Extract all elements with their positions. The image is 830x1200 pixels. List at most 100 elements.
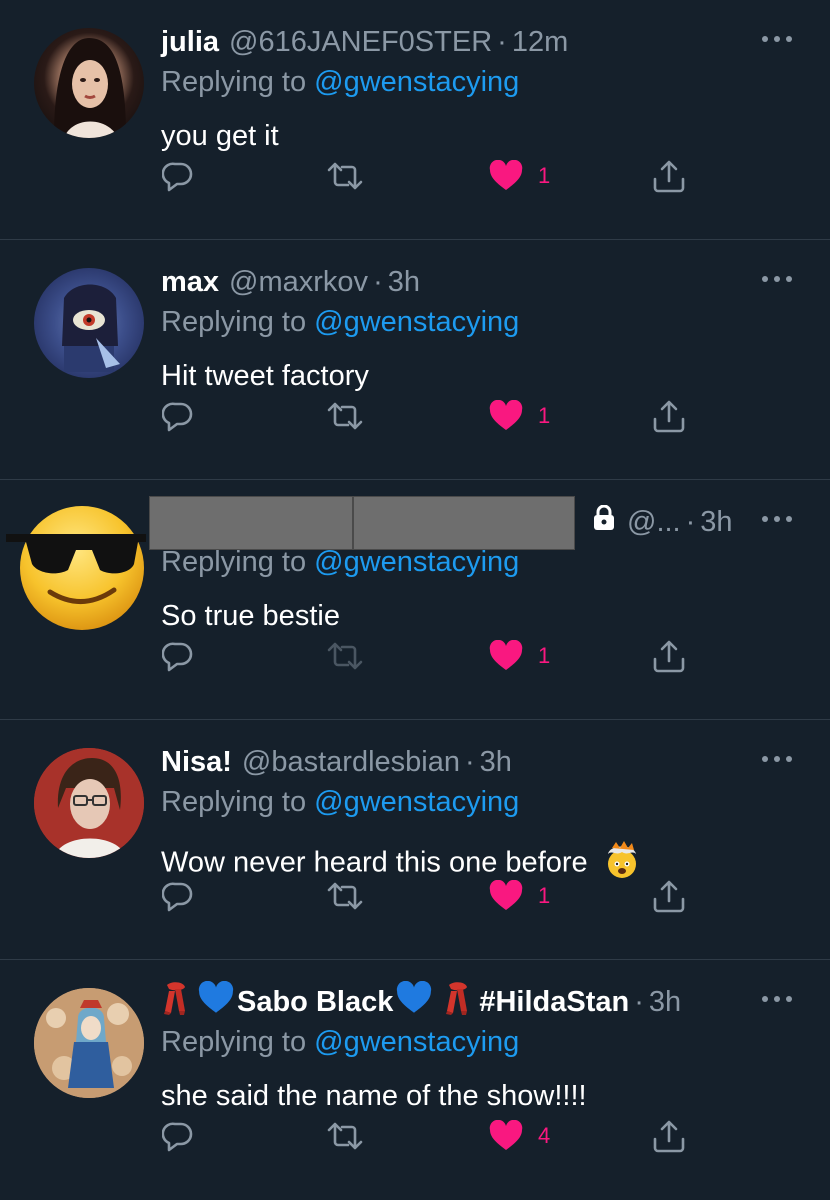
like-button[interactable]: 1: [488, 636, 550, 676]
like-count: 1: [538, 403, 551, 428]
user-handle[interactable]: @...: [627, 506, 681, 539]
retweet-button[interactable]: [326, 876, 364, 916]
user-handle[interactable]: @616JANEF0STER: [229, 26, 492, 59]
avatar[interactable]: [34, 28, 144, 138]
reply-button[interactable]: [162, 396, 194, 436]
sunglasses-emoji-avatar[interactable]: [4, 492, 150, 632]
heart-icon: [489, 880, 523, 910]
avatar[interactable]: [34, 268, 144, 378]
reply-button[interactable]: [162, 156, 194, 196]
timestamp[interactable]: 3h: [388, 266, 420, 299]
replying-to-mention[interactable]: @gwenstacying: [314, 306, 519, 338]
display-name[interactable]: Nisa!: [161, 746, 232, 779]
separator-dot: ·: [465, 745, 475, 778]
heart-icon: [489, 400, 523, 430]
share-icon: [653, 880, 685, 913]
tweet-text: you get it: [161, 120, 279, 152]
timestamp[interactable]: 12m: [512, 26, 568, 59]
display-name[interactable]: max: [161, 266, 219, 299]
scarf-icon: [443, 981, 473, 1023]
reply-icon: [162, 162, 193, 192]
reply-button[interactable]: [162, 876, 194, 916]
replying-to-line: Replying to @gwenstacying: [161, 66, 519, 99]
separator-dot: ·: [685, 505, 696, 538]
tweet-text: she said the name of the show!!!!: [161, 1080, 587, 1112]
share-button[interactable]: [652, 396, 686, 436]
scarf-icon: [161, 981, 191, 1023]
replying-to-label: Replying to: [161, 546, 307, 578]
more-options-icon[interactable]: [762, 754, 792, 764]
timestamp[interactable]: 3h: [480, 746, 512, 779]
reply-tweet[interactable]: julia @616JANEF0STER · 12m Replying to @…: [0, 0, 830, 240]
display-name[interactable]: julia: [161, 26, 219, 59]
action-bar: 4: [0, 1116, 830, 1156]
share-icon: [653, 640, 685, 673]
like-button[interactable]: 4: [488, 1116, 550, 1156]
reply-tweet[interactable]: @... · 3h Replying to @gwenstacying So t…: [0, 480, 830, 720]
replying-to-mention[interactable]: @gwenstacying: [314, 786, 519, 818]
separator-dot: ·: [634, 985, 644, 1018]
separator-dot: ·: [373, 265, 383, 298]
more-options-icon[interactable]: [762, 514, 792, 524]
replying-to-mention[interactable]: @gwenstacying: [314, 546, 519, 578]
action-bar: 1: [0, 396, 830, 436]
like-count: 4: [538, 1123, 551, 1148]
reply-icon: [162, 1122, 193, 1152]
like-button[interactable]: 1: [488, 156, 550, 196]
more-options-icon[interactable]: [762, 34, 792, 44]
action-bar: 1: [0, 636, 830, 676]
replying-to-label: Replying to: [161, 1026, 307, 1058]
display-name-suffix[interactable]: #HildaStan: [479, 986, 629, 1019]
retweet-icon: [327, 402, 363, 430]
retweet-icon: [327, 882, 363, 910]
tweet-text: Wow never heard this one before: [161, 846, 588, 879]
replying-to-label: Replying to: [161, 306, 307, 338]
share-button[interactable]: [652, 1116, 686, 1156]
avatar[interactable]: [34, 988, 144, 1098]
reply-button[interactable]: [162, 636, 194, 676]
share-button[interactable]: [652, 636, 686, 676]
heart-icon: [489, 160, 523, 190]
retweet-button[interactable]: [326, 1116, 364, 1156]
share-button[interactable]: [652, 876, 686, 916]
retweet-button[interactable]: [326, 396, 364, 436]
replying-to-label: Replying to: [161, 66, 307, 98]
heart-icon: [489, 640, 523, 670]
reply-button[interactable]: [162, 1116, 194, 1156]
like-button[interactable]: 1: [488, 396, 550, 436]
like-count: 1: [538, 163, 551, 188]
redacted-name: [149, 496, 591, 550]
replying-to-line: Replying to @gwenstacying: [161, 306, 519, 339]
action-bar: 1: [0, 156, 830, 196]
reply-icon: [162, 402, 193, 432]
like-count: 1: [538, 883, 551, 908]
user-handle[interactable]: @bastardlesbian: [242, 746, 460, 779]
more-options-icon[interactable]: [762, 994, 792, 1004]
display-name[interactable]: Sabo Black: [237, 986, 393, 1019]
replying-to-mention[interactable]: @gwenstacying: [314, 66, 519, 98]
retweet-icon: [327, 162, 363, 190]
replying-to-mention[interactable]: @gwenstacying: [314, 1026, 519, 1058]
action-bar: 1: [0, 876, 830, 916]
share-icon: [653, 160, 685, 193]
blue-heart-icon: [197, 980, 235, 1023]
like-button[interactable]: 1: [488, 876, 550, 916]
user-handle[interactable]: @maxrkov: [229, 266, 368, 299]
blue-heart-icon: [395, 980, 433, 1023]
timestamp[interactable]: 3h: [700, 506, 732, 539]
reply-tweet[interactable]: Sabo Black #HildaStan · 3h Replying to @…: [0, 960, 830, 1199]
share-button[interactable]: [652, 156, 686, 196]
reply-icon: [162, 882, 193, 912]
retweet-icon: [327, 642, 363, 670]
timestamp[interactable]: 3h: [649, 986, 681, 1019]
avatar[interactable]: [34, 748, 144, 858]
separator-dot: ·: [497, 25, 507, 58]
reply-tweet[interactable]: Nisa! @bastardlesbian · 3h Replying to @…: [0, 720, 830, 960]
heart-icon: [489, 1120, 523, 1150]
replying-to-line: Replying to @gwenstacying: [161, 786, 519, 819]
tweet-text: So true bestie: [161, 600, 340, 632]
share-icon: [653, 1120, 685, 1153]
more-options-icon[interactable]: [762, 274, 792, 284]
reply-tweet[interactable]: max @maxrkov · 3h Replying to @gwenstacy…: [0, 240, 830, 480]
retweet-button[interactable]: [326, 156, 364, 196]
